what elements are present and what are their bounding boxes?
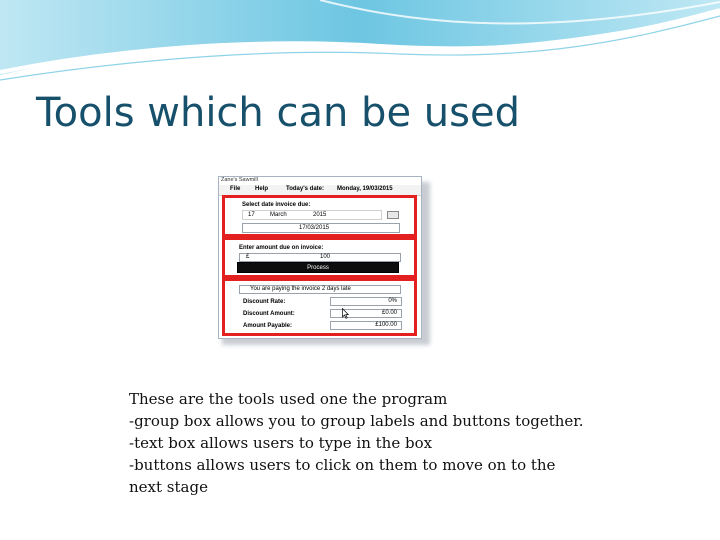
amount-payable-value: £100.00 [375,322,397,328]
body-line: -text box allows users to type in the bo… [129,434,433,452]
due-date-text: 17/03/2015 [299,225,330,231]
today-date-label: Today's date: [286,186,324,192]
body-line: -group box allows you to group labels an… [129,412,584,430]
discount-rate-label: Discount Rate: [243,299,286,305]
mouse-cursor-icon [342,308,349,319]
window-title: Zane's Sawmill [221,177,258,183]
discount-amount-value: £0.00 [381,310,397,316]
discount-rate-value: 0% [388,298,397,304]
due-year: 2015 [313,212,327,218]
results-group-box: You are paying the invoice 2 days late D… [222,278,417,336]
due-month: March [270,212,287,218]
menu-help[interactable]: Help [255,186,268,192]
body-line: These are the tools used one the program [129,390,448,408]
amount-textbox[interactable]: £ 100 [239,253,401,262]
discount-amount-box: £0.00 [330,309,402,318]
amount-payable-label: Amount Payable: [243,323,293,329]
amount-value: 100 [320,254,331,260]
body-line: -buttons allows users to click on them t… [129,456,556,474]
discount-rate-box: 0% [330,297,402,306]
today-date-value: Monday, 19/03/2015 [337,186,393,192]
calendar-dropdown-icon[interactable] [387,211,399,219]
amount-group-label: Enter amount due on invoice: [239,245,324,251]
app-screenshot: Zane's Sawmill File Help Today's date: M… [218,176,422,339]
due-date-group-label: Select date invoice due: [242,202,311,208]
menu-file[interactable]: File [230,186,240,192]
currency-symbol: £ [246,254,250,260]
process-button[interactable]: Process [237,262,399,273]
due-day: 17 [248,212,255,218]
slide-title: Tools which can be used [36,90,520,136]
body-line: next stage [129,478,208,496]
due-date-textbox[interactable]: 17/03/2015 [242,223,400,233]
amount-payable-box: £100.00 [330,321,402,330]
decorative-wave-header [0,0,720,81]
late-message-box: You are paying the invoice 2 days late [239,285,401,294]
due-date-picker[interactable]: 17 March 2015 [242,210,382,220]
late-message: You are paying the invoice 2 days late [250,286,351,292]
due-date-group-box: Select date invoice due: 17 March 2015 1… [222,195,417,237]
slide-body: These are the tools used one the program… [129,388,689,498]
discount-amount-label: Discount Amount: [243,311,295,317]
